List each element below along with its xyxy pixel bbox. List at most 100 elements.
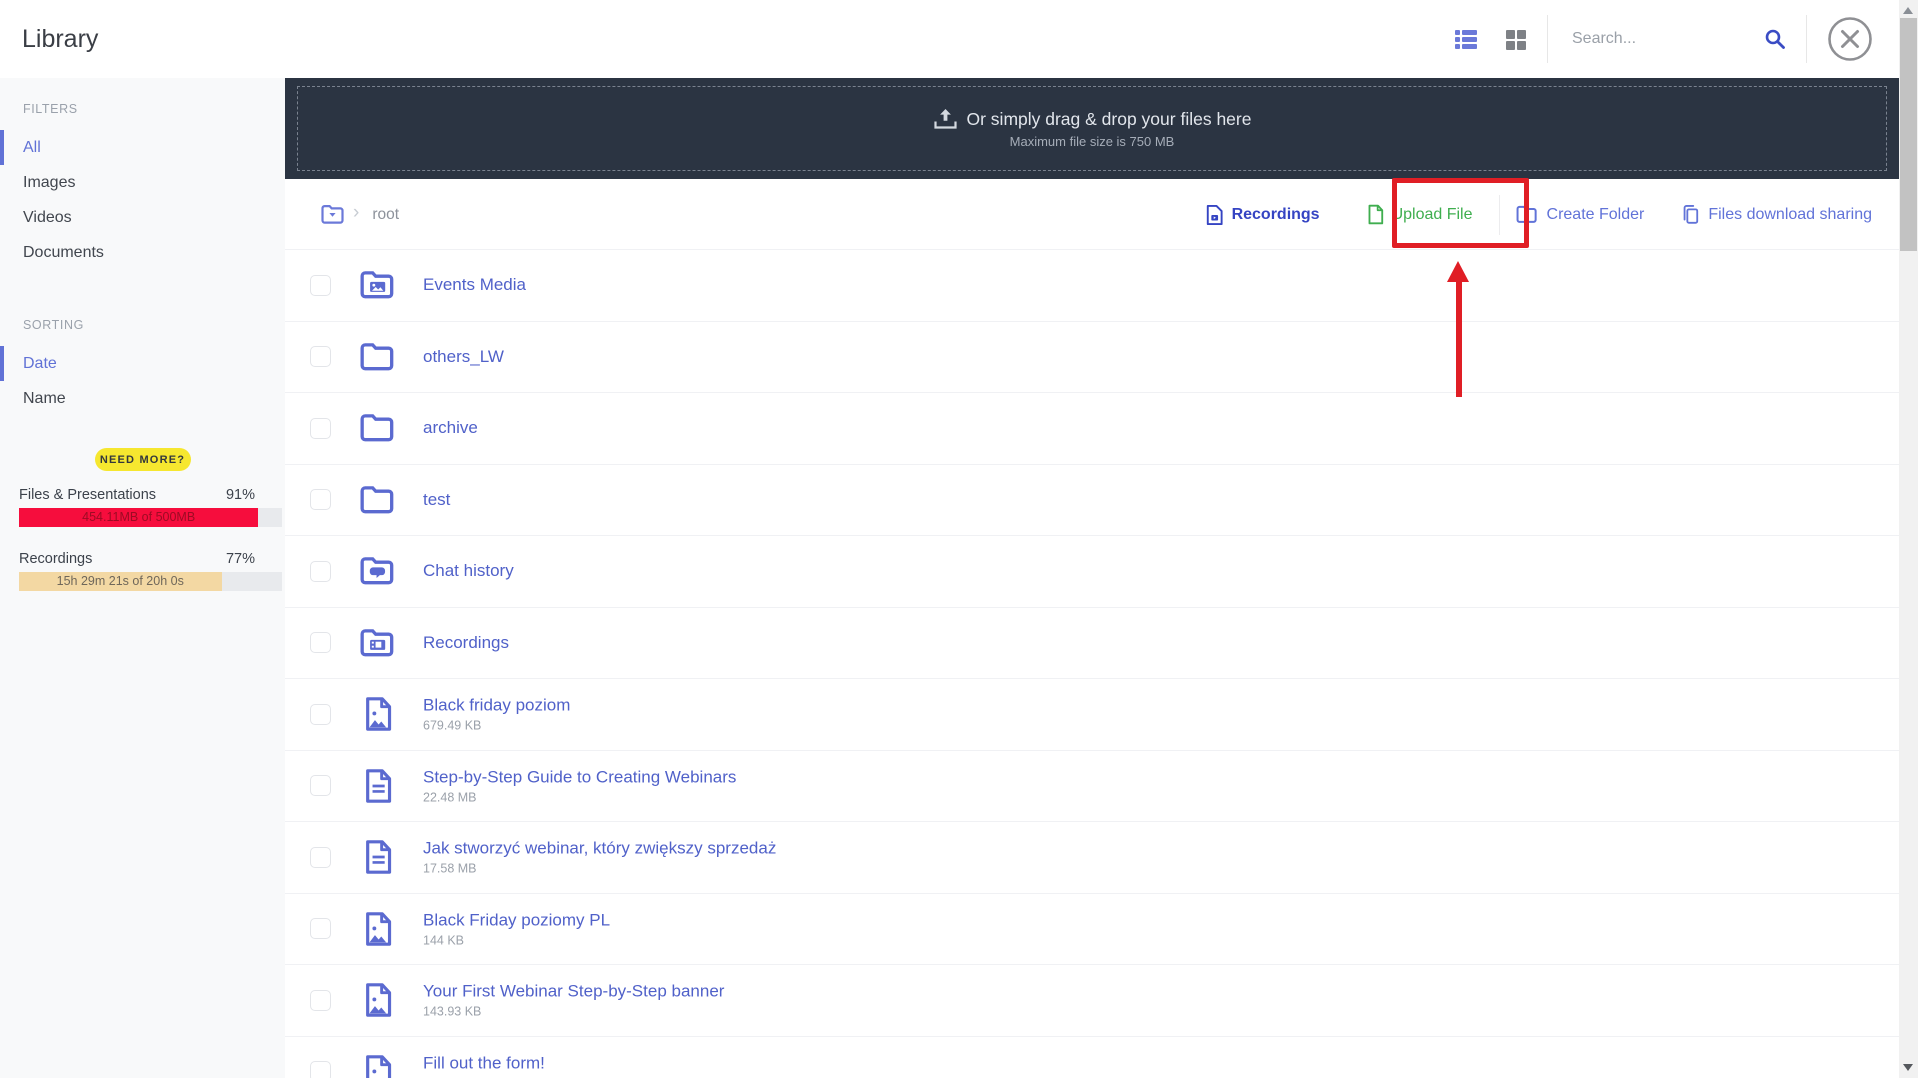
item-name-link[interactable]: Recordings: [423, 633, 509, 653]
item-name-link[interactable]: Chat history: [423, 561, 514, 581]
usage-label: Recordings: [19, 551, 93, 567]
usage-percent: 77%: [225, 551, 255, 567]
item-name-link[interactable]: Step-by-Step Guide to Creating Webinars: [423, 767, 736, 787]
file-image-icon: [360, 911, 396, 946]
recordings-button[interactable]: Recordings: [1205, 204, 1320, 226]
upload-file-label: Upload File: [1391, 205, 1473, 223]
list-item[interactable]: Black Friday poziomy PL 144 KB: [285, 894, 1899, 965]
list-item[interactable]: Step-by-Step Guide to Creating Webinars …: [285, 751, 1899, 822]
search-input[interactable]: [1572, 22, 1750, 56]
page-title: Library: [22, 25, 99, 53]
list-item[interactable]: archive: [285, 393, 1899, 465]
item-name-link[interactable]: archive: [423, 418, 478, 438]
item-name-link[interactable]: others_LW: [423, 347, 504, 367]
row-checkbox[interactable]: [310, 775, 331, 797]
filter-item-all[interactable]: All: [0, 130, 285, 165]
folder-video-icon: [360, 626, 396, 660]
list-item[interactable]: Events Media: [285, 250, 1899, 322]
need-more-button[interactable]: NEED MORE?: [94, 448, 191, 471]
row-checkbox[interactable]: [310, 632, 331, 654]
file-image-icon: [360, 1054, 396, 1078]
filter-item-label: Videos: [23, 209, 72, 226]
storage-usage: Files & Presentations 91% 454.11MB of 50…: [19, 487, 282, 591]
usage-meter: Recordings 77% 15h 29m 21s of 20h 0s: [19, 551, 282, 591]
file-doc-icon: [360, 840, 396, 875]
usage-track: 15h 29m 21s of 20h 0s: [19, 572, 282, 591]
folder-icon: [360, 483, 396, 517]
header-divider: [1806, 15, 1807, 63]
toolbar-divider: [1498, 194, 1500, 235]
item-name-link[interactable]: Events Media: [423, 275, 526, 295]
grid-view-icon: [1506, 30, 1526, 50]
scrollbar-down-arrow-icon[interactable]: [1903, 1064, 1913, 1071]
sorting-list: Date Name: [0, 346, 285, 416]
list-item[interactable]: Black friday poziom 679.49 KB: [285, 679, 1899, 751]
item-name-link[interactable]: Black friday poziom: [423, 696, 570, 716]
filter-item-videos[interactable]: Videos: [0, 200, 285, 235]
row-checkbox[interactable]: [310, 703, 331, 725]
grid-view-toggle[interactable]: [1505, 28, 1527, 50]
files-download-sharing-label: Files download sharing: [1708, 205, 1872, 223]
item-size: 679.49 KB: [423, 718, 482, 733]
item-size: 144 KB: [423, 933, 465, 948]
row-checkbox[interactable]: [310, 489, 331, 511]
chevron-right-icon: ›: [353, 202, 360, 223]
item-name-link[interactable]: Your First Webinar Step-by-Step banner: [423, 982, 724, 1002]
sort-item-name[interactable]: Name: [0, 381, 285, 416]
breadcrumb-root: root: [372, 205, 400, 223]
row-checkbox[interactable]: [310, 417, 331, 439]
row-checkbox[interactable]: [310, 918, 331, 940]
create-folder-button[interactable]: Create Folder: [1516, 205, 1644, 224]
folder-icon: [360, 340, 396, 374]
files-download-sharing-button[interactable]: Files download sharing: [1681, 204, 1872, 225]
breadcrumb[interactable]: › root: [321, 179, 399, 250]
search-button[interactable]: [1763, 27, 1787, 51]
list-item[interactable]: Jak stworzyć webinar, który zwiększy spr…: [285, 822, 1899, 894]
list-item[interactable]: others_LW: [285, 322, 1899, 393]
drag-drop-dashed-border: Or simply drag & drop your files here Ma…: [297, 86, 1887, 171]
filter-item-documents[interactable]: Documents: [0, 235, 285, 270]
item-name-link[interactable]: test: [423, 490, 450, 510]
list-item[interactable]: Chat history: [285, 536, 1899, 608]
breadcrumb-folder-icon: [321, 205, 344, 224]
drag-drop-zone[interactable]: Or simply drag & drop your files here Ma…: [285, 78, 1899, 179]
upload-tray-icon: [933, 108, 957, 129]
row-checkbox[interactable]: [310, 1061, 331, 1078]
scrollbar[interactable]: [1899, 0, 1918, 1078]
recordings-file-icon: [1206, 204, 1223, 225]
item-name-link[interactable]: Black Friday poziomy PL: [423, 910, 610, 930]
list-item[interactable]: test: [285, 465, 1899, 536]
sort-item-date[interactable]: Date: [0, 346, 285, 381]
row-checkbox[interactable]: [310, 560, 331, 582]
filter-item-images[interactable]: Images: [0, 165, 285, 200]
file-list: Events Media others_LW archive test Chat…: [285, 250, 1899, 1078]
list-view-icon: [1455, 30, 1477, 49]
filter-item-label: All: [23, 139, 41, 156]
sort-item-label: Date: [23, 355, 57, 372]
upload-file-button[interactable]: Upload File: [1367, 204, 1473, 225]
list-item[interactable]: Fill out the form! 30.78 KB: [285, 1037, 1899, 1078]
close-button[interactable]: [1827, 16, 1873, 62]
list-item[interactable]: Your First Webinar Step-by-Step banner 1…: [285, 965, 1899, 1037]
usage-fill: 454.11MB of 500MB: [19, 508, 259, 527]
filters-list: All Images Videos Documents: [0, 130, 285, 270]
row-checkbox[interactable]: [310, 346, 331, 368]
list-view-toggle[interactable]: [1455, 28, 1477, 50]
toolbar: › root Recordings Upload File Create Fol…: [285, 179, 1899, 250]
row-checkbox[interactable]: [310, 274, 331, 296]
row-checkbox[interactable]: [310, 846, 331, 868]
item-size: 143.93 KB: [423, 1004, 482, 1019]
row-checkbox[interactable]: [310, 989, 331, 1011]
toolbar-actions: Recordings Upload File Create Folder Fil…: [1205, 179, 1872, 250]
item-name-link[interactable]: Fill out the form!: [423, 1053, 545, 1073]
usage-percent: 91%: [225, 487, 255, 503]
main-panel: Or simply drag & drop your files here Ma…: [285, 78, 1899, 1078]
folder-icon: [360, 411, 396, 445]
list-item[interactable]: Recordings: [285, 608, 1899, 679]
folder-media-icon: [360, 268, 396, 302]
drag-drop-title-row: Or simply drag & drop your files here: [933, 108, 1251, 131]
scrollbar-thumb[interactable]: [1900, 18, 1917, 251]
library-window: Library Search... FILTERS All Images Vid…: [0, 0, 1918, 1078]
scrollbar-up-arrow-icon[interactable]: [1903, 7, 1913, 14]
item-name-link[interactable]: Jak stworzyć webinar, który zwiększy spr…: [423, 839, 776, 859]
